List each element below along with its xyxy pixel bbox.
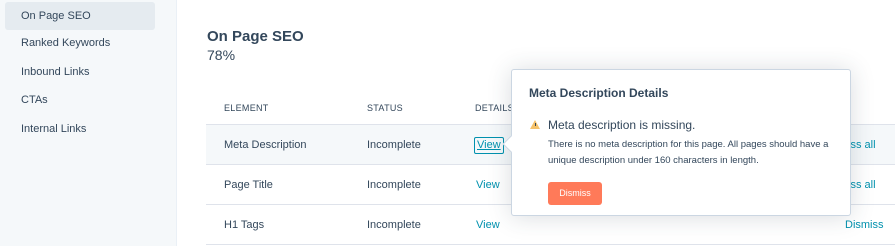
element-cell: Meta Description xyxy=(224,139,307,151)
sidebar-item-on-page-seo[interactable]: On Page SEO xyxy=(5,2,155,30)
details-cell: View xyxy=(474,125,504,165)
view-link[interactable]: View xyxy=(476,205,500,245)
page-title: On Page SEO xyxy=(207,28,304,45)
element-cell: Page Title xyxy=(224,179,273,191)
seo-score: 78% xyxy=(207,47,236,63)
view-link[interactable]: View xyxy=(474,137,504,154)
element-cell: H1 Tags xyxy=(224,219,265,231)
warning-description: There is no meta description for this pa… xyxy=(548,139,829,166)
warning-triangle-icon xyxy=(530,120,540,129)
seo-page: On Page SEO Ranked Keywords Inbound Link… xyxy=(0,0,895,246)
details-popover: Meta Description Details Meta descriptio… xyxy=(502,69,851,216)
dismiss-all-link[interactable]: Dismiss all xyxy=(845,205,895,245)
sidebar-item-ctas[interactable]: CTAs xyxy=(5,86,155,114)
dismiss-button[interactable]: Dismiss xyxy=(548,182,602,205)
status-cell: Incomplete xyxy=(367,179,421,191)
column-header-element: ELEMENT xyxy=(224,103,269,113)
popover-title: Meta Description Details xyxy=(529,86,669,100)
sidebar-item-inbound-links[interactable]: Inbound Links xyxy=(5,58,155,86)
sidebar-item-internal-links[interactable]: Internal Links xyxy=(5,115,155,143)
column-header-status: STATUS xyxy=(367,103,403,113)
sidebar: On Page SEO Ranked Keywords Inbound Link… xyxy=(0,0,177,246)
sidebar-item-ranked-keywords[interactable]: Ranked Keywords xyxy=(5,29,155,57)
status-cell: Incomplete xyxy=(367,139,421,151)
warning-heading: Meta description is missing. xyxy=(548,118,696,132)
status-cell: Incomplete xyxy=(367,219,421,231)
column-header-details: DETAILS xyxy=(475,103,514,113)
view-link[interactable]: View xyxy=(476,165,500,205)
